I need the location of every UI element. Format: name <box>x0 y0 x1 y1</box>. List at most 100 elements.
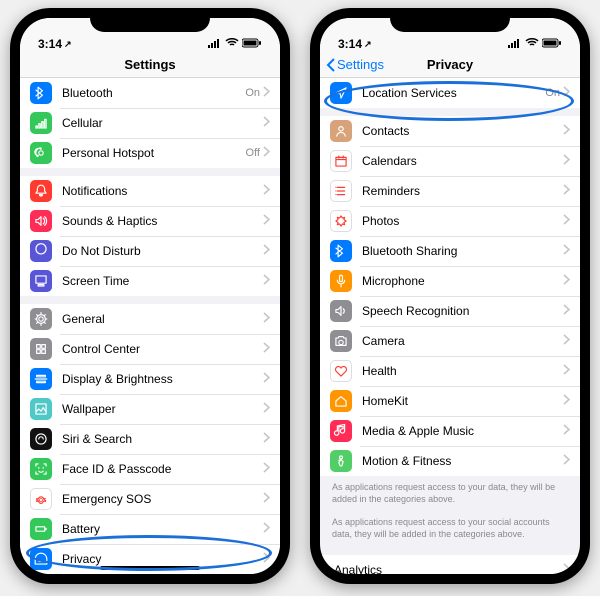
general-icon <box>30 308 52 330</box>
notch <box>90 8 210 32</box>
btshare-icon <box>330 240 352 262</box>
media-icon <box>330 420 352 442</box>
row-analytics[interactable]: Analytics <box>320 555 580 574</box>
sos-icon: SOS <box>30 488 52 510</box>
camera-icon <box>330 330 352 352</box>
back-label: Settings <box>337 57 384 72</box>
row-bluetooth[interactable]: BluetoothOn <box>20 78 280 108</box>
back-button[interactable]: Settings <box>326 57 384 72</box>
row-homekit[interactable]: HomeKit <box>320 386 580 416</box>
row-reminders[interactable]: Reminders <box>320 176 580 206</box>
row-label: Personal Hotspot <box>62 146 246 160</box>
row-label: Microphone <box>362 274 563 288</box>
home-indicator <box>100 566 200 570</box>
row-health[interactable]: Health <box>320 356 580 386</box>
row-value: On <box>545 87 560 99</box>
chevron-right-icon <box>263 490 270 508</box>
siri-icon <box>30 428 52 450</box>
row-label: Battery <box>62 522 263 536</box>
row-bluetooth-sharing[interactable]: Bluetooth Sharing <box>320 236 580 266</box>
row-location-services[interactable]: Location ServicesOn <box>320 78 580 108</box>
row-value: Off <box>246 147 260 159</box>
chevron-right-icon <box>263 272 270 290</box>
row-microphone[interactable]: Microphone <box>320 266 580 296</box>
row-emergency-sos[interactable]: SOS Emergency SOS <box>20 484 280 514</box>
page-title: Privacy <box>427 57 473 72</box>
chevron-right-icon <box>263 212 270 230</box>
phone-right: 3:14 ↗ Settings Privacy <box>310 8 590 584</box>
row-label: Contacts <box>362 124 563 138</box>
signal-icon <box>208 37 222 51</box>
row-label: Analytics <box>334 563 563 574</box>
screentime-icon <box>30 270 52 292</box>
chevron-right-icon <box>563 392 570 410</box>
row-label: Cellular <box>62 116 263 130</box>
chevron-right-icon <box>263 430 270 448</box>
row-motion-fitness[interactable]: Motion & Fitness <box>320 446 580 476</box>
row-battery[interactable]: Battery <box>20 514 280 544</box>
row-wallpaper[interactable]: Wallpaper <box>20 394 280 424</box>
chevron-right-icon <box>563 362 570 380</box>
row-label: Privacy <box>62 552 263 566</box>
photos-icon <box>330 210 352 232</box>
row-label: Reminders <box>362 184 563 198</box>
row-screen-time[interactable]: Screen Time <box>20 266 280 296</box>
row-label: Screen Time <box>62 274 263 288</box>
row-label: Notifications <box>62 184 263 198</box>
page-title: Settings <box>124 57 175 72</box>
chevron-right-icon <box>263 182 270 200</box>
chevron-right-icon <box>563 122 570 140</box>
hotspot-icon <box>30 142 52 164</box>
location-icon <box>330 82 352 104</box>
wifi-icon <box>225 37 239 51</box>
row-label: Emergency SOS <box>62 492 263 506</box>
row-photos[interactable]: Photos <box>320 206 580 236</box>
row-label: Location Services <box>362 86 545 100</box>
status-time: 3:14 <box>338 37 362 51</box>
row-sounds-haptics[interactable]: Sounds & Haptics <box>20 206 280 236</box>
phone-left: 3:14 ↗ Settings BluetoothOnCellularPerso… <box>10 8 290 584</box>
bluetooth-icon <box>30 82 52 104</box>
row-cellular[interactable]: Cellular <box>20 108 280 138</box>
row-notifications[interactable]: Notifications <box>20 176 280 206</box>
row-label: HomeKit <box>362 394 563 408</box>
privacy-icon <box>30 548 52 570</box>
wifi-icon <box>525 37 539 51</box>
screen-left: 3:14 ↗ Settings BluetoothOnCellularPerso… <box>20 18 280 574</box>
row-speech-recognition[interactable]: Speech Recognition <box>320 296 580 326</box>
signal-icon <box>508 37 522 51</box>
row-label: Media & Apple Music <box>362 424 563 438</box>
row-siri-search[interactable]: Siri & Search <box>20 424 280 454</box>
wallpaper-icon <box>30 398 52 420</box>
chevron-right-icon <box>263 144 270 162</box>
row-general[interactable]: General <box>20 304 280 334</box>
chevron-right-icon <box>563 302 570 320</box>
chevron-right-icon <box>263 460 270 478</box>
row-media-apple-music[interactable]: Media & Apple Music <box>320 416 580 446</box>
row-label: Motion & Fitness <box>362 454 563 468</box>
chevron-right-icon <box>563 422 570 440</box>
row-label: Sounds & Haptics <box>62 214 263 228</box>
row-display-brightness[interactable]: Display & Brightness <box>20 364 280 394</box>
chevron-right-icon <box>263 520 270 538</box>
row-label: Display & Brightness <box>62 372 263 386</box>
row-contacts[interactable]: Contacts <box>320 116 580 146</box>
row-value: On <box>245 87 260 99</box>
notch <box>390 8 510 32</box>
notifications-icon <box>30 180 52 202</box>
row-control-center[interactable]: Control Center <box>20 334 280 364</box>
row-do-not-disturb[interactable]: Do Not Disturb <box>20 236 280 266</box>
footer-text-2: As applications request access to your s… <box>320 511 580 546</box>
row-camera[interactable]: Camera <box>320 326 580 356</box>
svg-text:SOS: SOS <box>36 498 47 504</box>
row-personal-hotspot[interactable]: Personal HotspotOff <box>20 138 280 168</box>
location-indicator-icon: ↗ <box>364 39 372 50</box>
battery-icon <box>30 518 52 540</box>
row-label: Bluetooth <box>62 86 245 100</box>
row-calendars[interactable]: Calendars <box>320 146 580 176</box>
controlcenter-icon <box>30 338 52 360</box>
chevron-right-icon <box>563 152 570 170</box>
chevron-right-icon <box>263 242 270 260</box>
chevron-right-icon <box>263 550 270 568</box>
row-face-id-passcode[interactable]: Face ID & Passcode <box>20 454 280 484</box>
